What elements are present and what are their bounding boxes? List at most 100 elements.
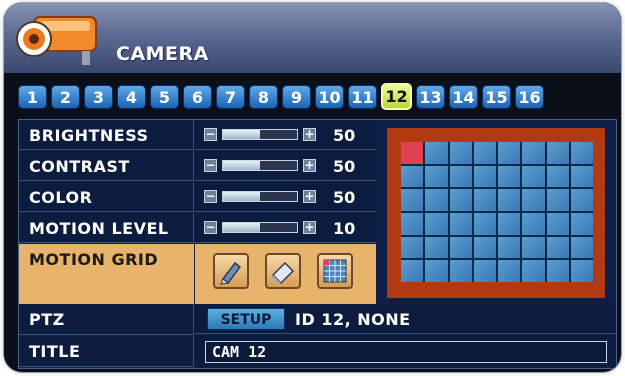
level-slider[interactable]	[222, 160, 298, 171]
grid-cell[interactable]	[425, 212, 448, 235]
grid-cell[interactable]	[425, 260, 448, 282]
tab-12[interactable]: 12	[381, 83, 412, 110]
grid-cell[interactable]	[401, 142, 424, 164]
motion-grid[interactable]	[401, 142, 593, 282]
setting-value: 50	[333, 188, 356, 207]
setting-row: MOTION LEVEL − +10	[19, 213, 376, 243]
slider-fill	[223, 223, 260, 232]
tab-15[interactable]: 15	[482, 85, 511, 109]
grid-cell[interactable]	[570, 212, 593, 235]
setting-label: BRIGHTNESS	[19, 120, 194, 150]
setting-control: − +10	[195, 213, 376, 243]
grid-cell[interactable]	[449, 142, 472, 164]
grid-cell[interactable]	[473, 212, 496, 235]
grid-cell[interactable]	[425, 165, 448, 188]
grid-cell[interactable]	[449, 212, 472, 235]
title-field[interactable]: CAM 12	[205, 341, 607, 363]
grid-cell[interactable]	[401, 236, 424, 259]
tab-2[interactable]: 2	[51, 85, 80, 109]
tab-4[interactable]: 4	[117, 85, 146, 109]
setting-label: COLOR	[19, 182, 194, 212]
grid-cell[interactable]	[449, 165, 472, 188]
decrease-button[interactable]: −	[204, 190, 217, 203]
ptz-status: ID 12, NONE	[295, 310, 411, 329]
grid-cell[interactable]	[546, 212, 569, 235]
tab-11[interactable]: 11	[348, 85, 377, 109]
setting-control: − +50	[195, 120, 376, 150]
grid-cell[interactable]	[449, 189, 472, 211]
eraser-icon[interactable]	[265, 253, 301, 289]
motion-preview	[379, 124, 612, 301]
grid-cell[interactable]	[498, 212, 521, 235]
setting-value: 50	[333, 126, 356, 145]
decrease-button[interactable]: −	[204, 128, 217, 141]
pencil-icon[interactable]	[213, 253, 249, 289]
tab-6[interactable]: 6	[183, 85, 212, 109]
grid-cell[interactable]	[498, 165, 521, 188]
tab-5[interactable]: 5	[150, 85, 179, 109]
decrease-button[interactable]: −	[204, 159, 217, 172]
decrease-button[interactable]: −	[204, 221, 217, 234]
tab-10[interactable]: 10	[315, 85, 344, 109]
grid-cell[interactable]	[425, 142, 448, 164]
grid-cell[interactable]	[570, 142, 593, 164]
grid-cell[interactable]	[425, 189, 448, 211]
setup-button[interactable]: SETUP	[207, 308, 285, 330]
tab-3[interactable]: 3	[84, 85, 113, 109]
grid-cell[interactable]	[498, 189, 521, 211]
grid-cell[interactable]	[522, 236, 545, 259]
grid-cell[interactable]	[522, 165, 545, 188]
tab-13[interactable]: 13	[416, 85, 445, 109]
tab-8[interactable]: 8	[249, 85, 278, 109]
grid-cell[interactable]	[425, 236, 448, 259]
grid-cell[interactable]	[401, 260, 424, 282]
grid-cell[interactable]	[570, 165, 593, 188]
level-slider[interactable]	[222, 129, 298, 140]
grid-cell[interactable]	[401, 165, 424, 188]
grid-cell[interactable]	[401, 189, 424, 211]
tab-14[interactable]: 14	[449, 85, 478, 109]
grid-cell[interactable]	[473, 189, 496, 211]
tab-16[interactable]: 16	[515, 85, 544, 109]
grid-cell[interactable]	[546, 165, 569, 188]
increase-button[interactable]: +	[303, 128, 316, 141]
grid-cell[interactable]	[473, 236, 496, 259]
increase-button[interactable]: +	[303, 159, 316, 172]
grid-cell[interactable]	[546, 236, 569, 259]
grid-cell[interactable]	[522, 189, 545, 211]
tab-7[interactable]: 7	[216, 85, 245, 109]
motion-grid-label: MOTION GRID	[19, 244, 194, 304]
grid-cell[interactable]	[473, 142, 496, 164]
grid-cell[interactable]	[570, 236, 593, 259]
grid-cell[interactable]	[449, 236, 472, 259]
grid-cell[interactable]	[546, 189, 569, 211]
grid-cell[interactable]	[498, 142, 521, 164]
grid-cell[interactable]	[498, 260, 521, 282]
grid-cell[interactable]	[449, 260, 472, 282]
increase-button[interactable]: +	[303, 190, 316, 203]
channel-tabs: 1 2 3 4 5 6 7 8 9 10 11 12 13 14 15 16	[18, 83, 544, 111]
level-slider[interactable]	[222, 222, 298, 233]
grid-cell[interactable]	[401, 212, 424, 235]
grid-cell[interactable]	[473, 165, 496, 188]
grid-cell[interactable]	[522, 142, 545, 164]
setting-row: COLOR − +50	[19, 182, 376, 212]
grid-cell[interactable]	[570, 189, 593, 211]
grid-cell[interactable]	[498, 236, 521, 259]
grid-cell[interactable]	[522, 260, 545, 282]
grid-cell[interactable]	[522, 212, 545, 235]
ptz-label: PTZ	[19, 304, 194, 335]
tab-1[interactable]: 1	[18, 85, 47, 109]
title-label: TITLE	[19, 336, 194, 367]
grid-cell[interactable]	[473, 260, 496, 282]
window-header: CAMERA	[4, 3, 621, 73]
setting-label: CONTRAST	[19, 151, 194, 181]
increase-button[interactable]: +	[303, 221, 316, 234]
grid-cell[interactable]	[570, 260, 593, 282]
grid-icon[interactable]	[317, 253, 353, 289]
grid-cell[interactable]	[546, 142, 569, 164]
grid-cell[interactable]	[546, 260, 569, 282]
slider-fill	[223, 192, 260, 201]
level-slider[interactable]	[222, 191, 298, 202]
tab-9[interactable]: 9	[282, 85, 311, 109]
